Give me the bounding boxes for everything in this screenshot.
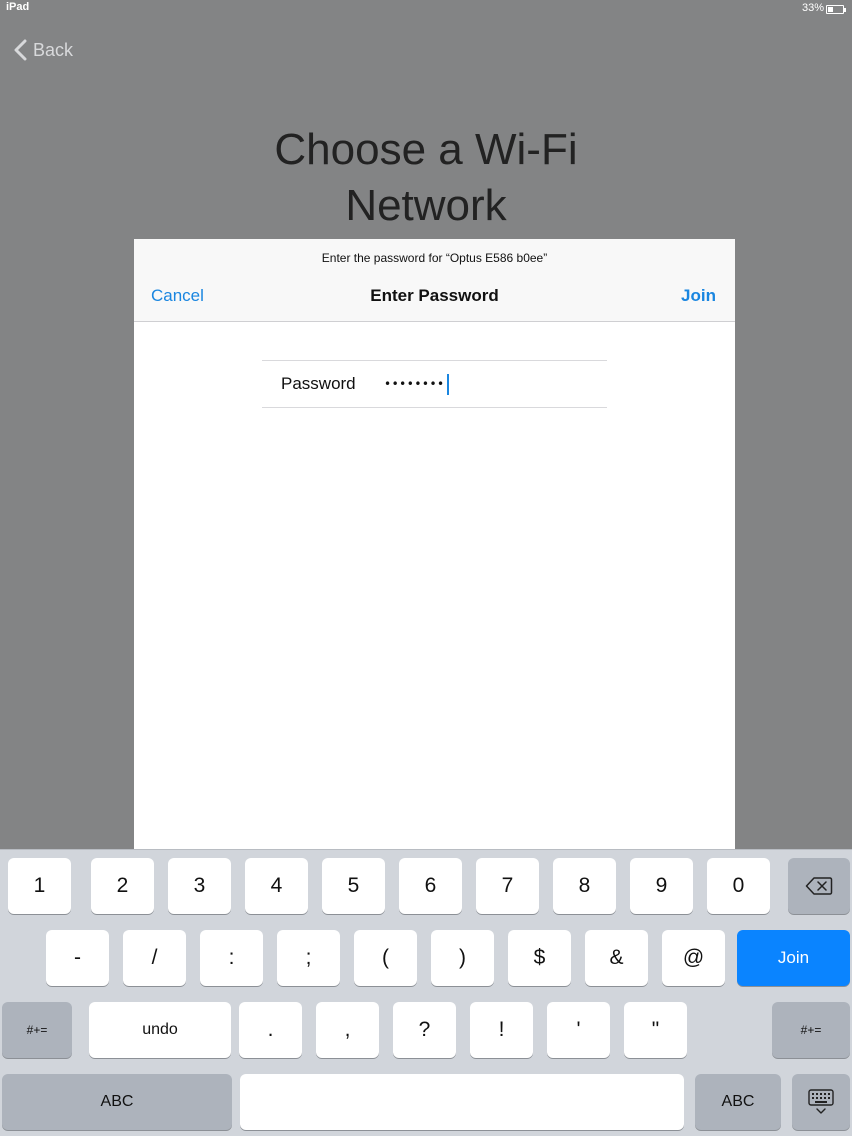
battery-percentage: 33%	[801, 2, 824, 14]
key-quote[interactable]: "	[624, 1002, 687, 1058]
dialog-header: Enter the password for “Optus E586 b0ee”…	[134, 239, 735, 322]
key-question[interactable]: ?	[393, 1002, 456, 1058]
back-button[interactable]: Back	[12, 38, 73, 62]
status-bar: iPad 33%	[0, 0, 852, 20]
cancel-button[interactable]: Cancel	[151, 286, 204, 306]
key-ampersand[interactable]: &	[585, 930, 648, 986]
key-7[interactable]: 7	[476, 858, 539, 914]
key-period[interactable]: .	[239, 1002, 302, 1058]
keyboard-dismiss-key[interactable]	[792, 1074, 850, 1130]
abc-key-left[interactable]: ABC	[2, 1074, 232, 1130]
key-6[interactable]: 6	[399, 858, 462, 914]
key-comma[interactable]: ,	[316, 1002, 379, 1058]
symbols-shift-key-right[interactable]: #+=	[772, 1002, 850, 1058]
symbols-shift-key-left[interactable]: #+=	[2, 1002, 72, 1058]
password-value: ••••••••	[384, 377, 445, 391]
text-caret	[446, 373, 449, 395]
page-title-line: Choose a Wi-Fi	[274, 125, 578, 174]
password-field[interactable]: ••••••••	[384, 369, 594, 399]
page-title-line: Network	[345, 181, 507, 230]
key-exclamation[interactable]: !	[470, 1002, 533, 1058]
key-5[interactable]: 5	[322, 858, 385, 914]
key-semicolon[interactable]: ;	[277, 930, 340, 986]
dialog-prompt: Enter the password for “Optus E586 b0ee”	[321, 251, 548, 265]
space-key[interactable]	[240, 1074, 684, 1130]
join-button[interactable]: Join	[681, 286, 716, 306]
key-9[interactable]: 9	[630, 858, 693, 914]
key-8[interactable]: 8	[553, 858, 616, 914]
password-dialog: Enter the password for “Optus E586 b0ee”…	[134, 239, 735, 851]
page-title: Choose a Wi-Fi Network	[0, 122, 852, 234]
abc-key-right[interactable]: ABC	[695, 1074, 781, 1130]
undo-key[interactable]: undo	[89, 1002, 231, 1058]
keyboard: 1 2 3 4 5 6 7 8 9 0 - / : ; ( ) $ & @ Jo…	[0, 849, 852, 1136]
key-hyphen[interactable]: -	[46, 930, 109, 986]
dialog-title: Enter Password	[370, 286, 499, 305]
key-4[interactable]: 4	[245, 858, 308, 914]
key-apostrophe[interactable]: '	[547, 1002, 610, 1058]
key-close-paren[interactable]: )	[431, 930, 494, 986]
battery-icon	[826, 5, 846, 14]
key-1[interactable]: 1	[8, 858, 71, 914]
key-open-paren[interactable]: (	[354, 930, 417, 986]
key-3[interactable]: 3	[168, 858, 231, 914]
carrier-label: iPad	[6, 1, 30, 13]
join-key[interactable]: Join	[737, 930, 850, 986]
password-row: Password ••••••••	[262, 360, 607, 408]
keyboard-dismiss-icon	[808, 1089, 834, 1114]
key-0[interactable]: 0	[707, 858, 770, 914]
battery-fill	[828, 7, 834, 12]
back-label: Back	[33, 39, 74, 60]
key-dollar[interactable]: $	[508, 930, 571, 986]
key-2[interactable]: 2	[91, 858, 154, 914]
delete-icon	[805, 877, 833, 895]
chevron-left-icon	[14, 39, 27, 61]
delete-key[interactable]	[788, 858, 850, 914]
password-label: Password	[281, 374, 356, 393]
key-at[interactable]: @	[662, 930, 725, 986]
key-slash[interactable]: /	[123, 930, 186, 986]
key-colon[interactable]: :	[200, 930, 263, 986]
